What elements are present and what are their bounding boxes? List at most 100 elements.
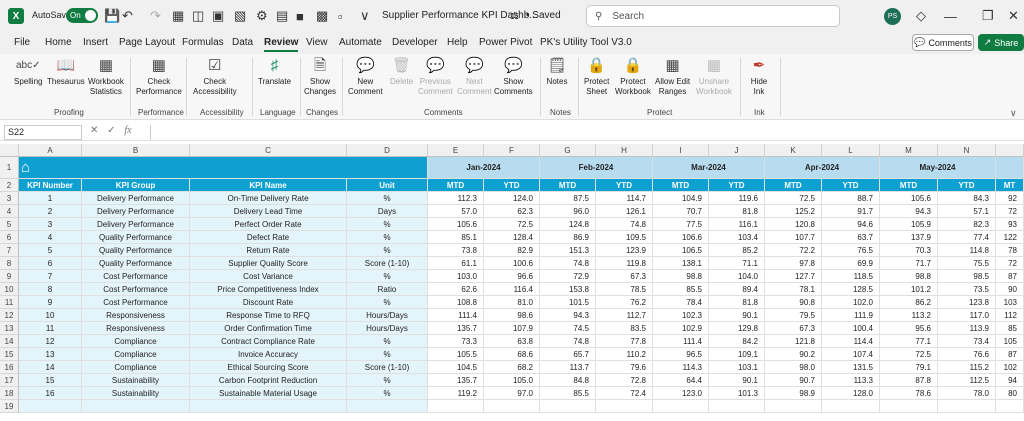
table-cell[interactable]: 103.1: [709, 361, 765, 374]
table-cell[interactable]: 84.2: [709, 335, 765, 348]
share-button[interactable]: ↗ Share: [978, 34, 1024, 51]
table-cell[interactable]: Score (1-10): [347, 257, 428, 270]
table-cell[interactable]: 110.2: [596, 348, 653, 361]
row-header-12[interactable]: 12: [0, 309, 19, 322]
column-header-b[interactable]: B: [82, 144, 190, 157]
table-cell[interactable]: Price Competitiveness Index: [190, 283, 347, 296]
tab-file[interactable]: File: [14, 37, 30, 48]
table-cell[interactable]: 135.7: [428, 322, 484, 335]
table-cell[interactable]: 100.6: [484, 257, 540, 270]
row-header-8[interactable]: 8: [0, 257, 19, 270]
tab-review[interactable]: Review: [264, 37, 299, 52]
table-cell[interactable]: 114.3: [653, 361, 709, 374]
table-cell[interactable]: 8: [19, 283, 82, 296]
empty-cell[interactable]: [19, 400, 82, 413]
table-cell[interactable]: 73.3: [428, 335, 484, 348]
table-cell[interactable]: 126.1: [596, 205, 653, 218]
table-cell[interactable]: 98.6: [484, 309, 540, 322]
table-cell[interactable]: 85: [996, 322, 1024, 335]
table-cell[interactable]: Cost Performance: [82, 283, 190, 296]
table-cell[interactable]: Compliance: [82, 348, 190, 361]
table-cell[interactable]: 128.4: [484, 231, 540, 244]
table-cell[interactable]: 116.1: [709, 218, 765, 231]
table-cell[interactable]: 108.8: [428, 296, 484, 309]
table-cell[interactable]: 81.8: [709, 296, 765, 309]
search-box[interactable]: ⚲ Search: [586, 5, 840, 27]
column-header-k[interactable]: K: [765, 144, 822, 157]
table-cell[interactable]: 72.5: [765, 192, 822, 205]
allow-edit-ranges-button[interactable]: ▦ Allow Edit Ranges: [655, 56, 690, 97]
row-header-19[interactable]: 19: [0, 400, 19, 413]
table-cell[interactable]: 87.8: [880, 374, 938, 387]
collapse-ribbon-icon[interactable]: ∨: [1010, 108, 1017, 119]
table-cell[interactable]: Sustainability: [82, 387, 190, 400]
empty-cell[interactable]: [347, 400, 428, 413]
row-header-9[interactable]: 9: [0, 270, 19, 283]
table-cell[interactable]: 94.3: [880, 205, 938, 218]
table-cell[interactable]: 78.0: [938, 387, 996, 400]
borders-icon[interactable]: ▦: [172, 6, 184, 26]
new-comment-button[interactable]: 💬 New Comment: [348, 56, 383, 97]
table-cell[interactable]: 105.6: [428, 218, 484, 231]
tab-view[interactable]: View: [306, 37, 328, 48]
table-cell[interactable]: Sustainable Material Usage: [190, 387, 347, 400]
column-header-n[interactable]: N: [938, 144, 996, 157]
table-cell[interactable]: 98.8: [653, 270, 709, 283]
empty-cell[interactable]: [428, 400, 484, 413]
table-cell[interactable]: Delivery Performance: [82, 218, 190, 231]
table-cell[interactable]: 10: [19, 309, 82, 322]
unshare-workbook-button[interactable]: ▦ Unshare Workbook: [696, 56, 732, 97]
column-header-h[interactable]: H: [596, 144, 653, 157]
check-performance-button[interactable]: ▦ Check Performance: [136, 56, 182, 97]
table-cell[interactable]: 117.0: [938, 309, 996, 322]
table-cell[interactable]: 89.4: [709, 283, 765, 296]
table-cell[interactable]: 73.4: [938, 335, 996, 348]
table-cell[interactable]: 129.8: [709, 322, 765, 335]
table-cell[interactable]: 121.8: [765, 335, 822, 348]
table-cell[interactable]: 86.2: [880, 296, 938, 309]
notes-button[interactable]: 🗒 Notes: [546, 56, 568, 87]
table-cell[interactable]: 100.4: [822, 322, 880, 335]
table-cell[interactable]: 61.1: [428, 257, 484, 270]
table-cell[interactable]: 81.8: [709, 205, 765, 218]
table-cell[interactable]: 5: [19, 244, 82, 257]
table-cell[interactable]: 102.0: [822, 296, 880, 309]
delete-comment-button[interactable]: 🗑 Delete: [390, 56, 413, 87]
table-cell[interactable]: 85.1: [428, 231, 484, 244]
table-cell[interactable]: Delivery Lead Time: [190, 205, 347, 218]
table-cell[interactable]: 76.5: [822, 244, 880, 257]
table-cell[interactable]: 72.2: [765, 244, 822, 257]
table-cell[interactable]: 78.6: [880, 387, 938, 400]
table-cell[interactable]: 109.5: [596, 231, 653, 244]
table-cell[interactable]: %: [347, 374, 428, 387]
table-cell[interactable]: %: [347, 335, 428, 348]
row-header-1[interactable]: 1: [0, 157, 19, 179]
thesaurus-button[interactable]: 📖 Thesaurus: [47, 56, 85, 87]
table-cell[interactable]: 90.1: [709, 374, 765, 387]
table-cell[interactable]: 78.4: [653, 296, 709, 309]
table-cell[interactable]: 77.8: [596, 335, 653, 348]
table-cell[interactable]: %: [347, 387, 428, 400]
table-cell[interactable]: 70.3: [880, 244, 938, 257]
table-cell[interactable]: 102: [996, 361, 1024, 374]
table-cell[interactable]: 84.8: [540, 374, 596, 387]
table-cell[interactable]: 119.6: [709, 192, 765, 205]
table-cell[interactable]: 90.7: [765, 374, 822, 387]
redo-icon[interactable]: ↷: [150, 6, 161, 26]
table-cell[interactable]: %: [347, 348, 428, 361]
table-cell[interactable]: 118.5: [822, 270, 880, 283]
table-cell[interactable]: Compliance: [82, 361, 190, 374]
table-cell[interactable]: 128.5: [822, 283, 880, 296]
tab-developer[interactable]: Developer: [392, 37, 438, 48]
table-cell[interactable]: Order Confirmation Time: [190, 322, 347, 335]
empty-cell[interactable]: [938, 400, 996, 413]
tab-page-layout[interactable]: Page Layout: [119, 37, 175, 48]
table-cell[interactable]: 104.0: [709, 270, 765, 283]
column-header-a[interactable]: A: [19, 144, 82, 157]
fx-icon[interactable]: fx: [124, 125, 131, 136]
row-header-11[interactable]: 11: [0, 296, 19, 309]
column-header-e[interactable]: E: [428, 144, 484, 157]
toolbar-icon-3[interactable]: ▣: [212, 6, 224, 26]
table-cell[interactable]: 97.0: [484, 387, 540, 400]
table-cell[interactable]: 71.7: [880, 257, 938, 270]
